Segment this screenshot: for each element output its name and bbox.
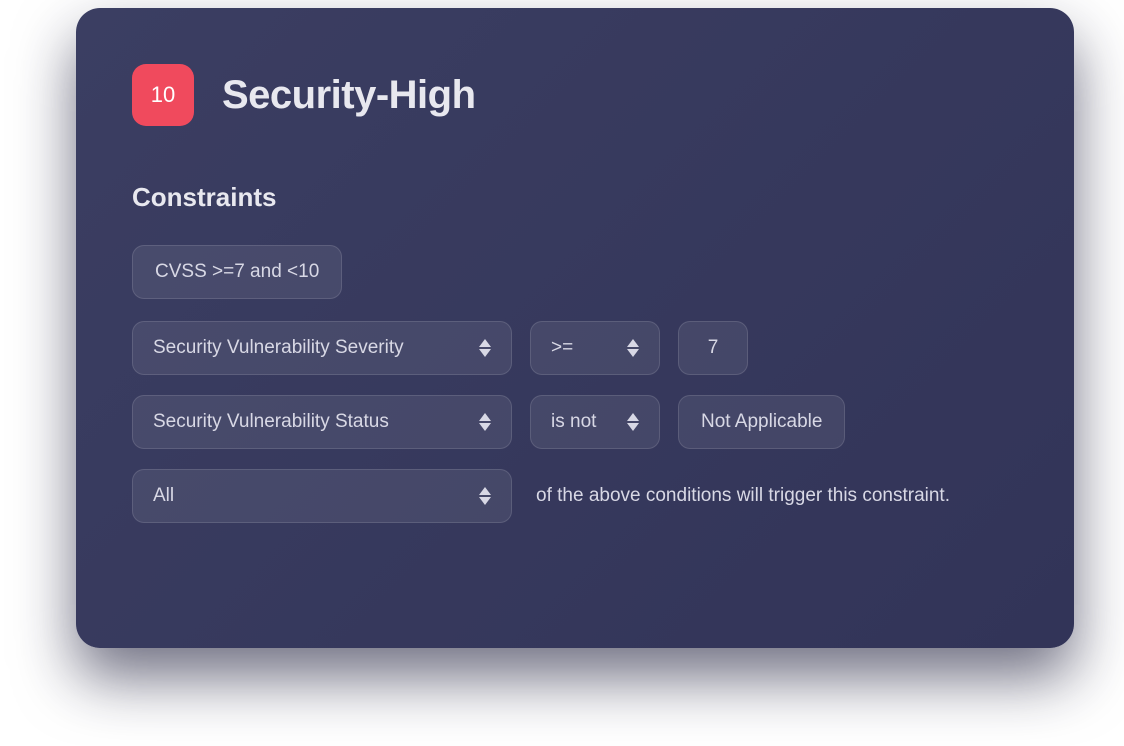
card-title: Security-High	[222, 73, 476, 118]
rule1-operator-label: >=	[551, 337, 573, 359]
rule2-operator-label: is not	[551, 411, 596, 433]
logic-row: All of the above conditions will trigger…	[132, 469, 1018, 523]
rule-row-1: Security Vulnerability Severity >= 7	[132, 321, 1018, 375]
constraint-tag-label: CVSS >=7 and <10	[155, 261, 319, 283]
sort-icon	[479, 413, 491, 431]
constraint-tag[interactable]: CVSS >=7 and <10	[132, 245, 342, 299]
constraints-card: 10 Security-High Constraints CVSS >=7 an…	[76, 8, 1074, 648]
logic-trailing-text: of the above conditions will trigger thi…	[536, 485, 950, 507]
logic-mode-label: All	[153, 485, 174, 507]
rule1-value-input[interactable]: 7	[678, 321, 748, 375]
rule-row-2: Security Vulnerability Status is not Not…	[132, 395, 1018, 449]
rule1-field-select[interactable]: Security Vulnerability Severity	[132, 321, 512, 375]
rule2-value-label: Not Applicable	[701, 411, 822, 433]
sort-icon	[627, 413, 639, 431]
rule1-value-label: 7	[708, 337, 719, 359]
section-title: Constraints	[132, 182, 1018, 213]
card-header: 10 Security-High	[132, 64, 1018, 126]
rule1-operator-select[interactable]: >=	[530, 321, 660, 375]
sort-icon	[627, 339, 639, 357]
priority-badge: 10	[132, 64, 194, 126]
badge-number: 10	[151, 82, 175, 108]
rule2-field-select[interactable]: Security Vulnerability Status	[132, 395, 512, 449]
rule1-field-label: Security Vulnerability Severity	[153, 337, 404, 359]
constraint-tag-row: CVSS >=7 and <10	[132, 245, 1018, 299]
sort-icon	[479, 487, 491, 505]
logic-mode-select[interactable]: All	[132, 469, 512, 523]
rule2-value-input[interactable]: Not Applicable	[678, 395, 845, 449]
rule2-operator-select[interactable]: is not	[530, 395, 660, 449]
sort-icon	[479, 339, 491, 357]
rule2-field-label: Security Vulnerability Status	[153, 411, 389, 433]
